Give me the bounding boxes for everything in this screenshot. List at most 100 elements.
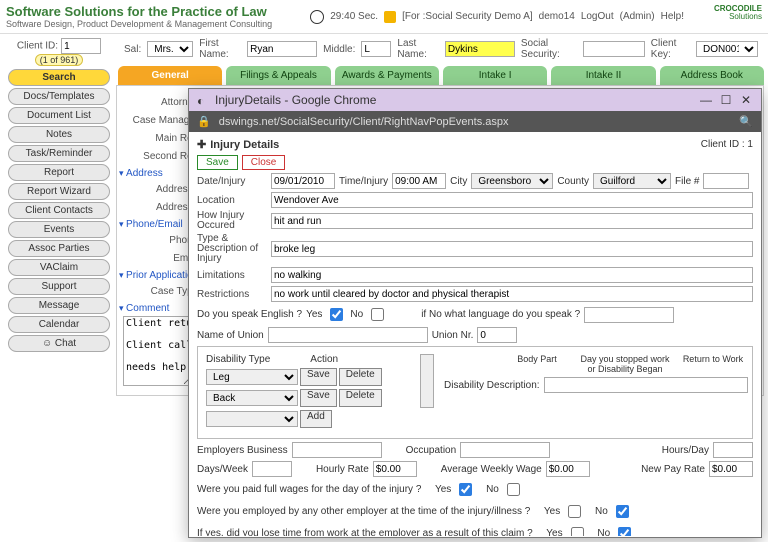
county-select[interactable]: Guilford: [593, 173, 671, 189]
logout-link[interactable]: LogOut: [581, 11, 614, 22]
app-header: Software Solutions for the Practice of L…: [0, 0, 768, 34]
nav-report-wizard[interactable]: Report Wizard: [8, 183, 110, 200]
tab-address-book[interactable]: Address Book: [660, 66, 764, 85]
disability-type-select[interactable]: Back: [206, 390, 298, 406]
minimize-button[interactable]: —: [699, 93, 713, 107]
nav-docs-templates[interactable]: Docs/Templates: [8, 88, 110, 105]
comment-textarea[interactable]: [123, 316, 193, 386]
city-select[interactable]: Greensboro: [471, 173, 553, 189]
ssn-label: Social Security:: [521, 38, 577, 60]
disdesc-input[interactable]: [544, 377, 748, 393]
plus-icon[interactable]: ✚: [197, 138, 206, 151]
maximize-button[interactable]: ☐: [719, 93, 733, 107]
record-count: (1 of 961): [35, 54, 84, 66]
q3-yes-checkbox[interactable]: [571, 527, 584, 536]
firstname-input[interactable]: [247, 41, 317, 57]
client-id-input[interactable]: [61, 38, 101, 54]
nav-task-reminder[interactable]: Task/Reminder: [8, 145, 110, 162]
q2-yes-checkbox[interactable]: [568, 505, 581, 518]
scrollbar[interactable]: [420, 354, 434, 408]
crocodile-logo: CROCODILE Solutions: [690, 5, 762, 29]
tab-general[interactable]: General: [118, 66, 222, 85]
date-input[interactable]: [271, 173, 335, 189]
tab-intake-i[interactable]: Intake I: [443, 66, 547, 85]
clientkey-select[interactable]: DON001: [696, 41, 758, 57]
newpayrate-input[interactable]: [709, 461, 753, 477]
english-yes-checkbox[interactable]: [330, 308, 343, 321]
unionnr-input[interactable]: [477, 327, 517, 343]
hourlyrate-label: Hourly Rate: [316, 464, 369, 475]
nav-client-contacts[interactable]: Client Contacts: [8, 202, 110, 219]
add-button[interactable]: Add: [300, 410, 332, 428]
ssn-input[interactable]: [583, 41, 645, 57]
q2-label: Were you employed by any other employer …: [197, 506, 530, 517]
hoursday-label: Hours/Day: [662, 445, 709, 456]
time-input[interactable]: [392, 173, 446, 189]
q3-no-checkbox[interactable]: [618, 527, 631, 536]
daysweek-input[interactable]: [252, 461, 292, 477]
yes-label: Yes: [306, 309, 322, 320]
english-no-checkbox[interactable]: [371, 308, 384, 321]
nav-notes[interactable]: Notes: [8, 126, 110, 143]
delete-button[interactable]: Delete: [339, 389, 382, 407]
injury-details-window: ◐ InjuryDetails - Google Chrome — ☐ ✕ 🔒 …: [188, 88, 762, 538]
client-id-box: Client ID: (1 of 961): [4, 38, 114, 66]
window-titlebar[interactable]: ◐ InjuryDetails - Google Chrome — ☐ ✕: [189, 89, 761, 111]
q2-no-checkbox[interactable]: [616, 505, 629, 518]
clock-icon: [310, 10, 324, 24]
nav-assoc-parties[interactable]: Assoc Parties: [8, 240, 110, 257]
close-window-button[interactable]: ✕: [739, 93, 753, 107]
restrictions-input[interactable]: [271, 286, 753, 302]
nav-events[interactable]: Events: [8, 221, 110, 238]
action-header: Action: [310, 354, 338, 365]
nav-report[interactable]: Report: [8, 164, 110, 181]
save-button[interactable]: Save: [197, 155, 238, 170]
middle-input[interactable]: [361, 41, 391, 57]
location-input[interactable]: [271, 192, 753, 208]
limitations-input[interactable]: [271, 267, 753, 283]
brand-block: Software Solutions for the Practice of L…: [6, 4, 272, 29]
nav-support[interactable]: Support: [8, 278, 110, 295]
date-label: Date/Injury: [197, 176, 267, 187]
how-input[interactable]: [271, 213, 753, 229]
delete-button[interactable]: Delete: [339, 368, 382, 386]
popup-heading: Injury Details: [210, 139, 279, 151]
tab-awards-payments[interactable]: Awards & Payments: [335, 66, 439, 85]
disability-type-select[interactable]: [206, 411, 298, 427]
type-input[interactable]: [271, 241, 753, 257]
language-input[interactable]: [584, 307, 674, 323]
search-button[interactable]: Search: [8, 69, 110, 86]
firstname-label: First Name:: [199, 38, 241, 60]
no-label: No: [350, 309, 363, 320]
search-icon[interactable]: 🔍: [739, 115, 753, 128]
tab-filings-appeals[interactable]: Filings & Appeals: [226, 66, 330, 85]
lastname-input[interactable]: [445, 41, 515, 57]
english-label: Do you speak English ?: [197, 309, 302, 320]
tab-intake-ii[interactable]: Intake II: [551, 66, 655, 85]
nav-message[interactable]: Message: [8, 297, 110, 314]
chrome-icon: ◐: [197, 94, 209, 106]
nav-document-list[interactable]: Document List: [8, 107, 110, 124]
disdesc-label: Disability Description:: [444, 380, 540, 391]
nav-calendar[interactable]: Calendar: [8, 316, 110, 333]
hoursday-input[interactable]: [713, 442, 753, 458]
q1-no-checkbox[interactable]: [507, 483, 520, 496]
close-button[interactable]: Close: [242, 155, 286, 170]
avgwage-input[interactable]: [546, 461, 590, 477]
employer-input[interactable]: [292, 442, 382, 458]
client-id-text: Client ID : 1: [701, 139, 753, 150]
help-link[interactable]: Help!: [661, 11, 684, 22]
sal-select[interactable]: Mrs.: [147, 41, 193, 57]
occupation-input[interactable]: [460, 442, 550, 458]
nav-chat[interactable]: ☺ Chat: [8, 335, 110, 352]
union-input[interactable]: [268, 327, 428, 343]
nav-vaclaim[interactable]: VAClaim: [8, 259, 110, 276]
file-input[interactable]: [703, 173, 749, 189]
save-button[interactable]: Save: [300, 389, 337, 407]
save-button[interactable]: Save: [300, 368, 337, 386]
q1-yes-checkbox[interactable]: [459, 483, 472, 496]
hourlyrate-input[interactable]: [373, 461, 417, 477]
file-label: File #: [675, 176, 699, 187]
disability-type-select[interactable]: Leg: [206, 369, 298, 385]
header-right: 29:40 Sec. [For :Social Security Demo A]…: [310, 5, 762, 29]
